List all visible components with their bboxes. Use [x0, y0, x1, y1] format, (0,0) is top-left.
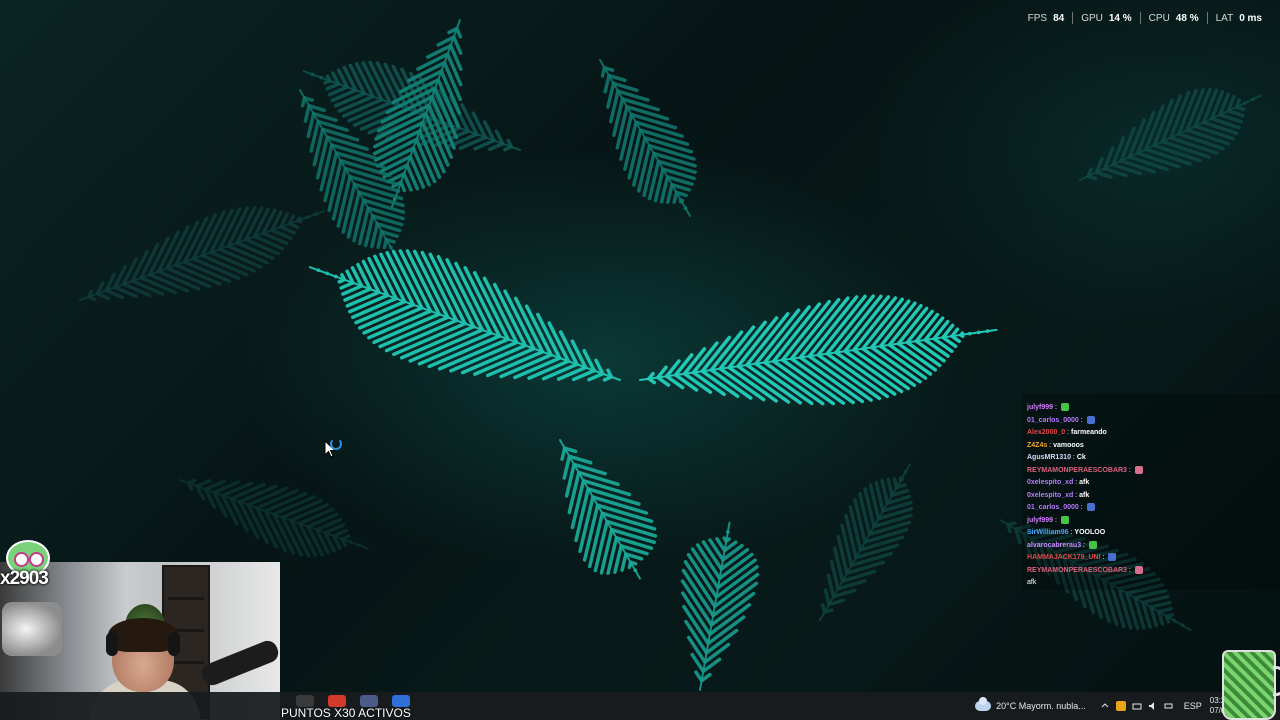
- chat-overlay: julyf999 : 01_carlos_0000 : Alex2000_0 :…: [1022, 394, 1280, 590]
- chat-message: 0xelespito_xd : afk: [1027, 491, 1090, 499]
- tray-app-icon[interactable]: [1115, 701, 1126, 711]
- cpu-value: 48 %: [1175, 12, 1199, 24]
- chat-message: alvarocabrerau3 :: [1022, 540, 1280, 553]
- chat-message: Z4Z4s : vamooos: [1027, 441, 1084, 449]
- fps-stat: FPS 84: [1020, 13, 1073, 24]
- chat-emote-icon: [1060, 515, 1069, 524]
- cpu-stat: CPU 48 %: [1141, 13, 1207, 24]
- language-indicator[interactable]: ESP: [1184, 701, 1202, 711]
- chat-message: REYMAMONPERAESCOBAR3 :: [1022, 565, 1280, 578]
- chat-username: Z4Z4s: [1027, 441, 1048, 449]
- chat-text: YOOLOO: [1074, 529, 1106, 536]
- chat-message: 01_carlos_0000 :: [1022, 502, 1280, 515]
- chat-username: 01_carlos_0000: [1027, 416, 1079, 424]
- chat-message: julyf999 :: [1022, 402, 1280, 415]
- chat-username: 01_carlos_0000: [1027, 504, 1079, 511]
- weather-widget[interactable]: 20°C Mayorm. nubla...: [975, 697, 1086, 711]
- chat-username: REYMAMONPERAESCOBAR3: [1027, 466, 1127, 474]
- loading-ring-icon: [330, 438, 342, 450]
- chat-text: farmeando: [1071, 429, 1107, 436]
- chat-message: Alex2000_0 : farmeando: [1027, 429, 1107, 436]
- chat-emote-icon: [1060, 403, 1069, 412]
- chat-username: alvarocabrerau3: [1027, 541, 1082, 549]
- chat-message: SirWilliam96 : YOOLOO: [1027, 529, 1106, 536]
- chevron-up-icon[interactable]: [1100, 701, 1110, 711]
- speaker-icon[interactable]: [1148, 701, 1158, 711]
- chat-message: julyf999 :: [1022, 515, 1280, 528]
- chat-message: HAMMAJACK179_UNI :: [1022, 552, 1280, 565]
- chat-username: AgusMR1310: [1027, 454, 1071, 461]
- chat-message: 01_carlos_0000 :: [1022, 415, 1280, 428]
- cpu-label: CPU: [1148, 12, 1170, 24]
- badge-multiplier: x2903: [0, 568, 49, 589]
- battery-icon[interactable]: [1164, 701, 1174, 711]
- latency-value: 0 ms: [1239, 12, 1262, 24]
- chat-username: Alex2000_0: [1027, 429, 1066, 436]
- latency-stat: LAT 0 ms: [1208, 13, 1270, 24]
- mug-overlay: [1222, 650, 1280, 720]
- chat-username: julyf999: [1027, 516, 1054, 524]
- chat-username: 0xelespito_xd: [1027, 479, 1074, 486]
- chat-text: afk: [1079, 491, 1090, 499]
- chat-emote-icon: [1088, 540, 1097, 549]
- chat-emote-icon: [1086, 415, 1095, 424]
- chat-message: AgusMR1310 : Ck: [1027, 454, 1086, 461]
- wifi-icon[interactable]: [1132, 701, 1142, 711]
- chat-emote-icon: [1086, 503, 1095, 512]
- chat-message: afk: [1027, 579, 1037, 586]
- chat-username: HAMMAJACK179_UNI: [1027, 554, 1101, 561]
- chat-message: 0xelespito_xd : afk: [1027, 479, 1090, 486]
- chat-message: REYMAMONPERAESCOBAR3 :: [1022, 465, 1280, 478]
- chat-text: Ck: [1076, 454, 1086, 461]
- gpu-value: 14 %: [1108, 12, 1132, 24]
- chat-username: julyf999: [1027, 404, 1054, 411]
- chat-username: SirWilliam96: [1027, 529, 1069, 536]
- weather-text: 20°C Mayorm. nubla...: [996, 701, 1086, 711]
- chat-emote-icon: [1108, 553, 1117, 562]
- gpu-label: GPU: [1081, 12, 1103, 24]
- cloud-icon: [975, 697, 992, 711]
- chat-username: REYMAMONPERAESCOBAR3: [1027, 566, 1127, 574]
- headphone-left: [106, 632, 118, 656]
- chat-username: 0xelespito_xd: [1027, 491, 1074, 499]
- performance-overlay: FPS 84 GPU 14 % CPU 48 % LAT 0 ms: [1020, 12, 1270, 24]
- gpu-stat: GPU 14 %: [1073, 13, 1139, 24]
- chat-emote-icon: [1134, 465, 1143, 474]
- chat-text: vamooos: [1053, 441, 1084, 449]
- fps-label: FPS: [1027, 12, 1048, 24]
- microphone: [198, 637, 280, 689]
- chat-text: afk: [1079, 479, 1090, 486]
- headphone-right: [168, 632, 180, 656]
- latency-label: LAT: [1215, 12, 1234, 24]
- softbox-light: [2, 602, 62, 656]
- chat-emote-icon: [1134, 565, 1143, 574]
- points-banner: PUNTOS X30 ACTIVOS: [281, 706, 411, 720]
- fps-value: 84: [1053, 12, 1065, 24]
- channel-points-badge: x2903: [0, 538, 62, 590]
